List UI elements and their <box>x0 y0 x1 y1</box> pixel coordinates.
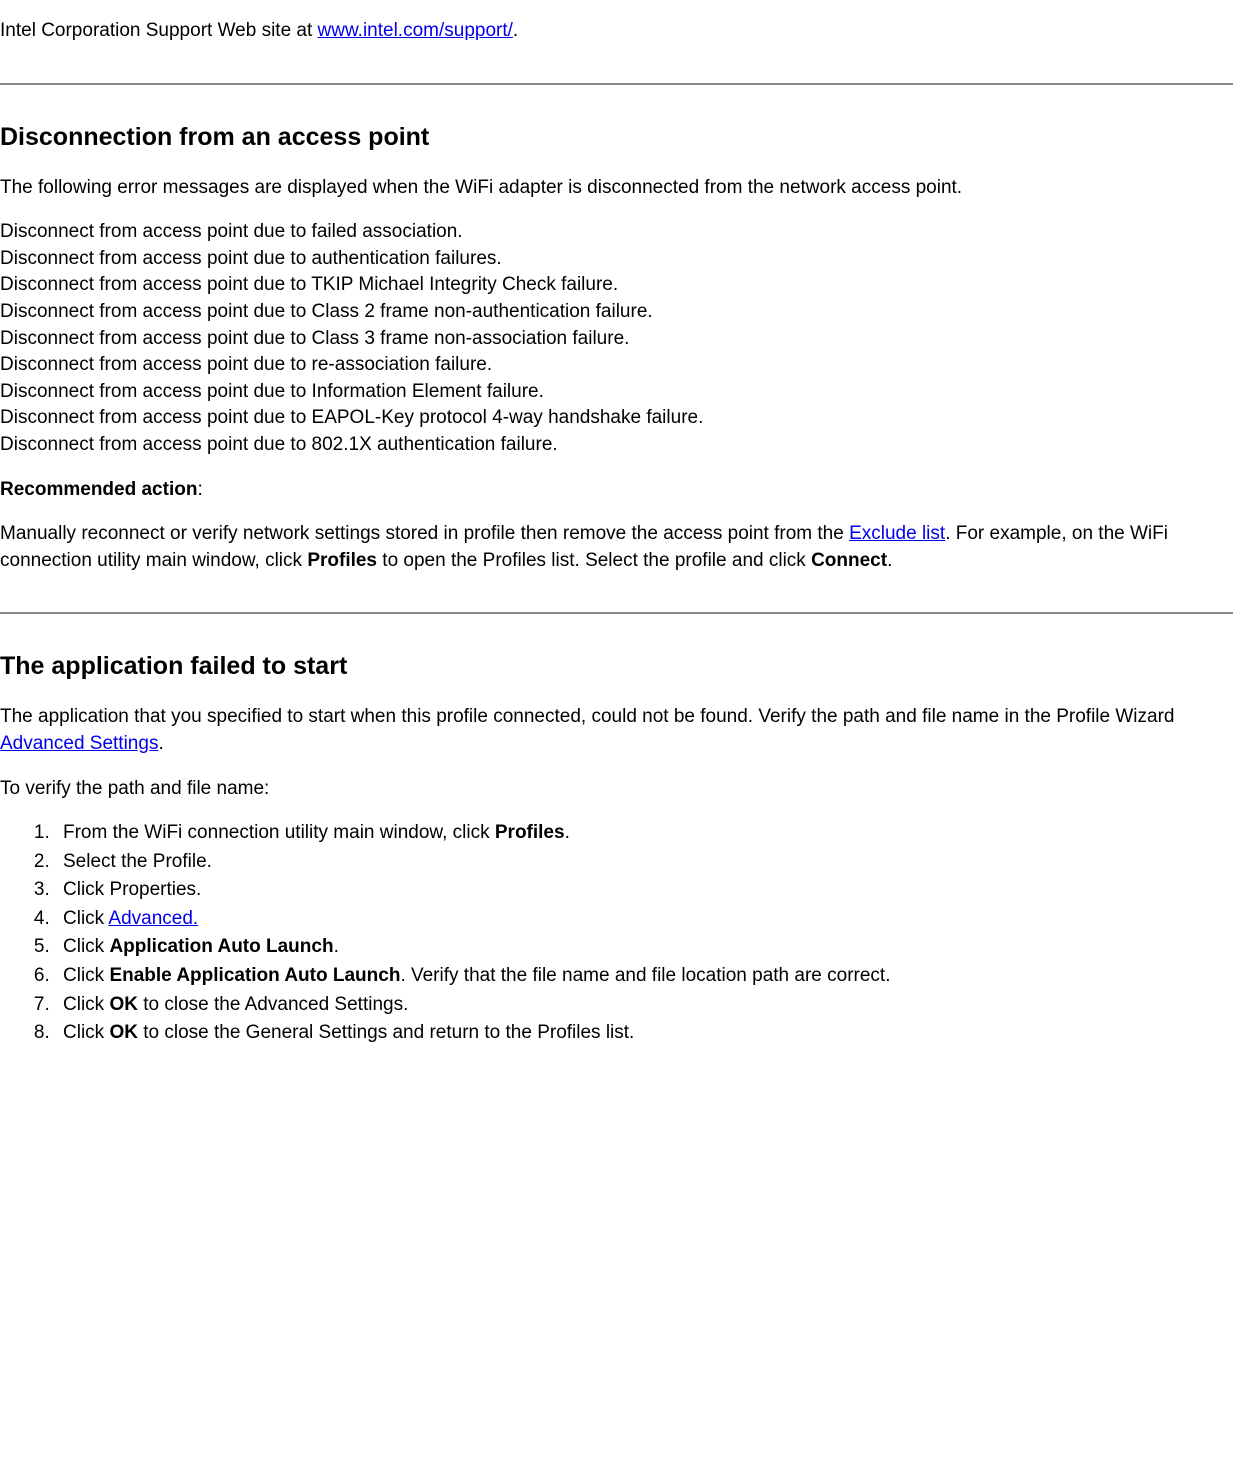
step-5: Click Application Auto Launch. <box>55 934 1233 961</box>
exclude-list-link[interactable]: Exclude list <box>849 523 945 544</box>
error-item: Disconnect from access point due to auth… <box>0 246 1233 273</box>
step7-bold: OK <box>109 994 138 1015</box>
divider-2 <box>0 612 1233 614</box>
advanced-link[interactable]: Advanced. <box>108 908 198 929</box>
recommended-action-bold: Recommended action <box>0 479 197 500</box>
intel-support-link[interactable]: www.intel.com/support/ <box>318 20 513 41</box>
intro-text-suffix: . <box>513 20 518 41</box>
step1-end: . <box>565 822 570 843</box>
app-intro-pre: The application that you specified to st… <box>0 706 1174 727</box>
step8-end: to close the General Settings and return… <box>138 1022 634 1043</box>
step8-bold: OK <box>109 1022 138 1043</box>
error-item: Disconnect from access point due to Clas… <box>0 299 1233 326</box>
rec-text-mid2: to open the Profiles list. Select the pr… <box>377 550 811 571</box>
error-item: Disconnect from access point due to Clas… <box>0 326 1233 353</box>
step5-pre: Click <box>63 936 109 957</box>
disconnection-intro: The following error messages are display… <box>0 175 1233 202</box>
recommended-action-colon: : <box>197 479 202 500</box>
step5-bold: Application Auto Launch <box>109 936 333 957</box>
error-item: Disconnect from access point due to re-a… <box>0 352 1233 379</box>
verify-label: To verify the path and file name: <box>0 776 1233 803</box>
step-3: Click Properties. <box>55 877 1233 904</box>
divider-1 <box>0 83 1233 85</box>
step1-bold: Profiles <box>495 822 565 843</box>
step-8: Click OK to close the General Settings a… <box>55 1020 1233 1047</box>
error-item: Disconnect from access point due to fail… <box>0 219 1233 246</box>
error-item: Disconnect from access point due to TKIP… <box>0 272 1233 299</box>
heading-disconnection: Disconnection from an access point <box>0 120 1233 155</box>
step5-end: . <box>334 936 339 957</box>
rec-profiles-bold: Profiles <box>307 550 377 571</box>
recommended-action-label: Recommended action: <box>0 477 1233 504</box>
error-item: Disconnect from access point due to 802.… <box>0 432 1233 459</box>
rec-text-end: . <box>887 550 892 571</box>
step-4: Click Advanced. <box>55 906 1233 933</box>
step-6: Click Enable Application Auto Launch. Ve… <box>55 963 1233 990</box>
advanced-settings-link[interactable]: Advanced Settings <box>0 733 158 754</box>
step8-pre: Click <box>63 1022 109 1043</box>
intro-paragraph: Intel Corporation Support Web site at ww… <box>0 18 1233 45</box>
step6-end: . Verify that the file name and file loc… <box>400 965 890 986</box>
steps-list: From the WiFi connection utility main wi… <box>0 820 1233 1047</box>
step-7: Click OK to close the Advanced Settings. <box>55 992 1233 1019</box>
error-item: Disconnect from access point due to EAPO… <box>0 405 1233 432</box>
app-failed-intro: The application that you specified to st… <box>0 704 1233 757</box>
step1-pre: From the WiFi connection utility main wi… <box>63 822 495 843</box>
step6-bold: Enable Application Auto Launch <box>109 965 400 986</box>
step6-pre: Click <box>63 965 109 986</box>
error-list: Disconnect from access point due to fail… <box>0 219 1233 458</box>
step4-pre: Click <box>63 908 108 929</box>
app-intro-end: . <box>158 733 163 754</box>
intro-text-prefix: Intel Corporation Support Web site at <box>0 20 318 41</box>
rec-connect-bold: Connect <box>811 550 887 571</box>
step-1: From the WiFi connection utility main wi… <box>55 820 1233 847</box>
heading-app-failed: The application failed to start <box>0 649 1233 684</box>
step-2: Select the Profile. <box>55 849 1233 876</box>
recommended-action-text: Manually reconnect or verify network set… <box>0 521 1233 574</box>
step7-pre: Click <box>63 994 109 1015</box>
rec-text-pre: Manually reconnect or verify network set… <box>0 523 849 544</box>
error-item: Disconnect from access point due to Info… <box>0 379 1233 406</box>
step7-end: to close the Advanced Settings. <box>138 994 408 1015</box>
